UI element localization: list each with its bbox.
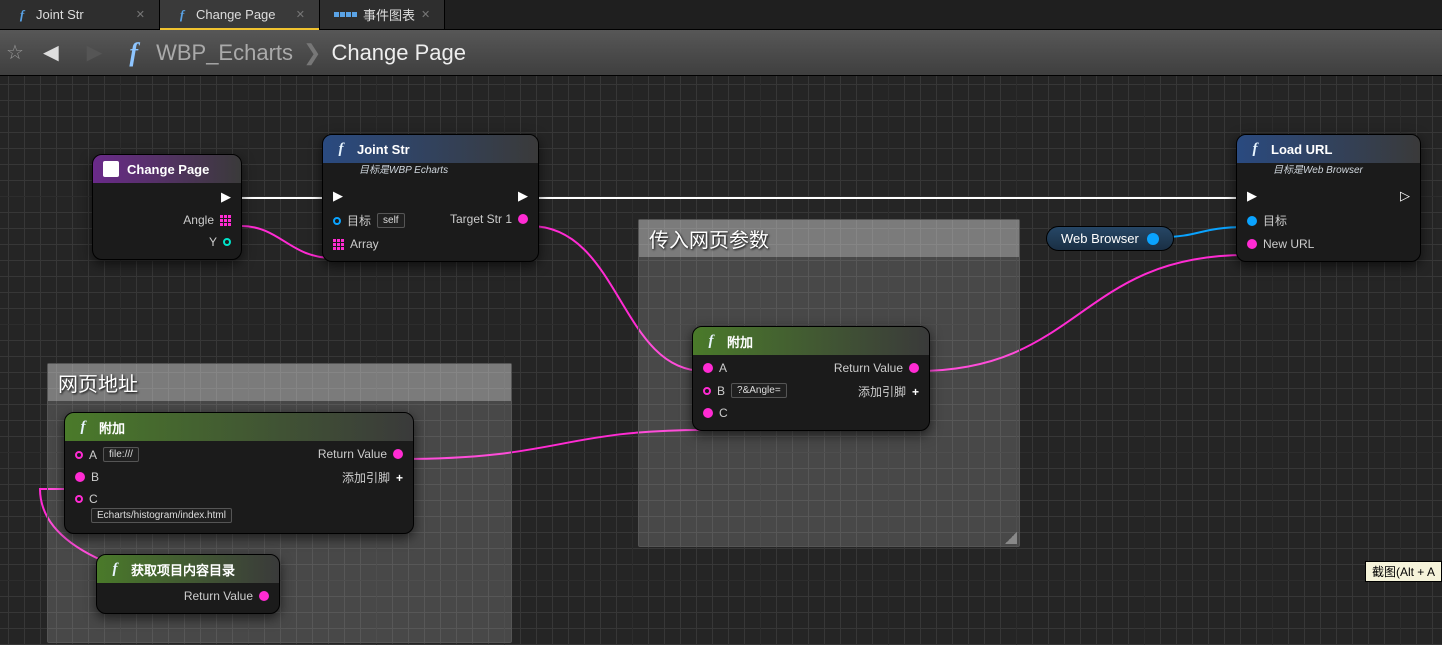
comment-title[interactable]: 传入网页参数 — [639, 220, 1019, 257]
nav-back-button[interactable]: ◄ — [34, 37, 68, 68]
input-pin-a[interactable]: Afile:/// — [75, 447, 139, 462]
comment-title[interactable]: 网页地址 — [48, 364, 511, 401]
node-append-2[interactable]: f 附加 A B?&Angle= C Return Value 添加引脚+ — [692, 326, 930, 431]
exec-in-pin[interactable] — [333, 188, 343, 204]
node-joint-str[interactable]: f Joint Str 目标是WBP Echarts 目标 self Array — [322, 134, 539, 262]
function-icon: f — [107, 561, 123, 577]
close-icon[interactable]: ✕ — [421, 8, 430, 21]
tab-change-page[interactable]: f Change Page ✕ — [160, 0, 320, 29]
exec-in-pin[interactable] — [1247, 188, 1257, 204]
function-icon: f — [333, 141, 349, 157]
tab-joint-str[interactable]: f Joint Str ✕ — [0, 0, 160, 29]
chevron-right-icon: ❯ — [303, 40, 321, 66]
input-pin-new-url[interactable]: New URL — [1247, 237, 1314, 251]
output-pin-angle[interactable]: Angle — [183, 213, 231, 227]
node-title: Joint Str — [357, 142, 410, 157]
variable-web-browser[interactable]: Web Browser — [1046, 226, 1174, 251]
input-pin-c[interactable]: C Echarts/histogram/index.html — [75, 492, 232, 523]
exec-out-pin[interactable] — [221, 189, 231, 205]
entry-icon — [103, 161, 119, 177]
add-pin-button[interactable]: 添加引脚+ — [342, 469, 403, 486]
breadcrumb-root[interactable]: WBP_Echarts — [156, 40, 293, 66]
function-icon: f — [174, 7, 190, 23]
output-pin-target-str[interactable]: Target Str 1 — [450, 212, 528, 226]
node-function-entry[interactable]: Change Page Angle Y — [92, 154, 242, 260]
function-icon: f — [121, 38, 146, 68]
output-pin-return-value[interactable]: Return Value — [318, 447, 403, 461]
node-title: 获取项目内容目录 — [131, 560, 235, 579]
exec-out-pin[interactable] — [518, 188, 528, 204]
function-icon: f — [14, 7, 30, 23]
output-pin[interactable] — [1147, 233, 1159, 245]
node-append-1[interactable]: f 附加 Afile:/// B C Echarts/histogram/ind… — [64, 412, 414, 534]
graph-icon — [334, 12, 357, 17]
input-pin-b[interactable]: B?&Angle= — [703, 383, 787, 398]
node-load-url[interactable]: f Load URL 目标是Web Browser 目标 New URL — [1236, 134, 1421, 262]
node-title: 附加 — [727, 332, 753, 351]
close-icon[interactable]: ✕ — [136, 8, 145, 21]
node-title: Load URL — [1271, 142, 1332, 157]
node-subtitle: 目标是Web Browser — [1237, 161, 1420, 182]
node-header[interactable]: f 附加 — [693, 327, 929, 355]
add-pin-button[interactable]: 添加引脚+ — [858, 383, 919, 400]
node-header[interactable]: Change Page — [93, 155, 241, 183]
graph-canvas[interactable]: 网页地址 传入网页参数 Change Page Angle Y — [0, 76, 1442, 645]
resize-handle-icon[interactable] — [1005, 532, 1017, 544]
node-title: Change Page — [127, 162, 209, 177]
close-icon[interactable]: ✕ — [296, 8, 305, 21]
input-pin-a[interactable]: A — [703, 361, 727, 375]
node-header[interactable]: f Load URL — [1237, 135, 1420, 163]
screenshot-tooltip: 截图(Alt + A — [1365, 561, 1442, 582]
input-pin-target[interactable]: 目标 — [1247, 212, 1287, 229]
breadcrumb: WBP_Echarts ❯ Change Page — [156, 40, 466, 66]
tab-event-graph[interactable]: 事件图表 ✕ — [320, 0, 445, 29]
input-pin-c[interactable]: C — [703, 406, 728, 420]
tab-label: Joint Str — [36, 7, 84, 22]
output-pin-return-value[interactable]: Return Value — [184, 589, 269, 603]
input-pin-target[interactable]: 目标 self — [333, 212, 405, 229]
tab-bar: f Joint Str ✕ f Change Page ✕ 事件图表 ✕ — [0, 0, 1442, 30]
node-header[interactable]: f 获取项目内容目录 — [97, 555, 279, 583]
nav-forward-button: ► — [78, 37, 112, 68]
output-pin-return-value[interactable]: Return Value — [834, 361, 919, 375]
breadcrumb-current[interactable]: Change Page — [331, 40, 466, 66]
function-icon: f — [75, 419, 91, 435]
tab-label: Change Page — [196, 7, 276, 22]
node-subtitle: 目标是WBP Echarts — [323, 161, 538, 182]
node-header[interactable]: f 附加 — [65, 413, 413, 441]
node-header[interactable]: f Joint Str — [323, 135, 538, 163]
exec-out-pin[interactable] — [1400, 188, 1410, 204]
tab-label: 事件图表 — [363, 5, 415, 24]
output-pin-y[interactable]: Y — [209, 235, 231, 249]
node-get-content-dir[interactable]: f 获取项目内容目录 Return Value — [96, 554, 280, 614]
breadcrumb-bar: ☆ ◄ ► f WBP_Echarts ❯ Change Page — [0, 30, 1442, 76]
input-pin-b[interactable]: B — [75, 470, 99, 484]
input-pin-array[interactable]: Array — [333, 237, 379, 251]
function-icon: f — [1247, 141, 1263, 157]
node-title: 附加 — [99, 418, 125, 437]
function-icon: f — [703, 333, 719, 349]
favorite-icon[interactable]: ☆ — [6, 40, 24, 65]
